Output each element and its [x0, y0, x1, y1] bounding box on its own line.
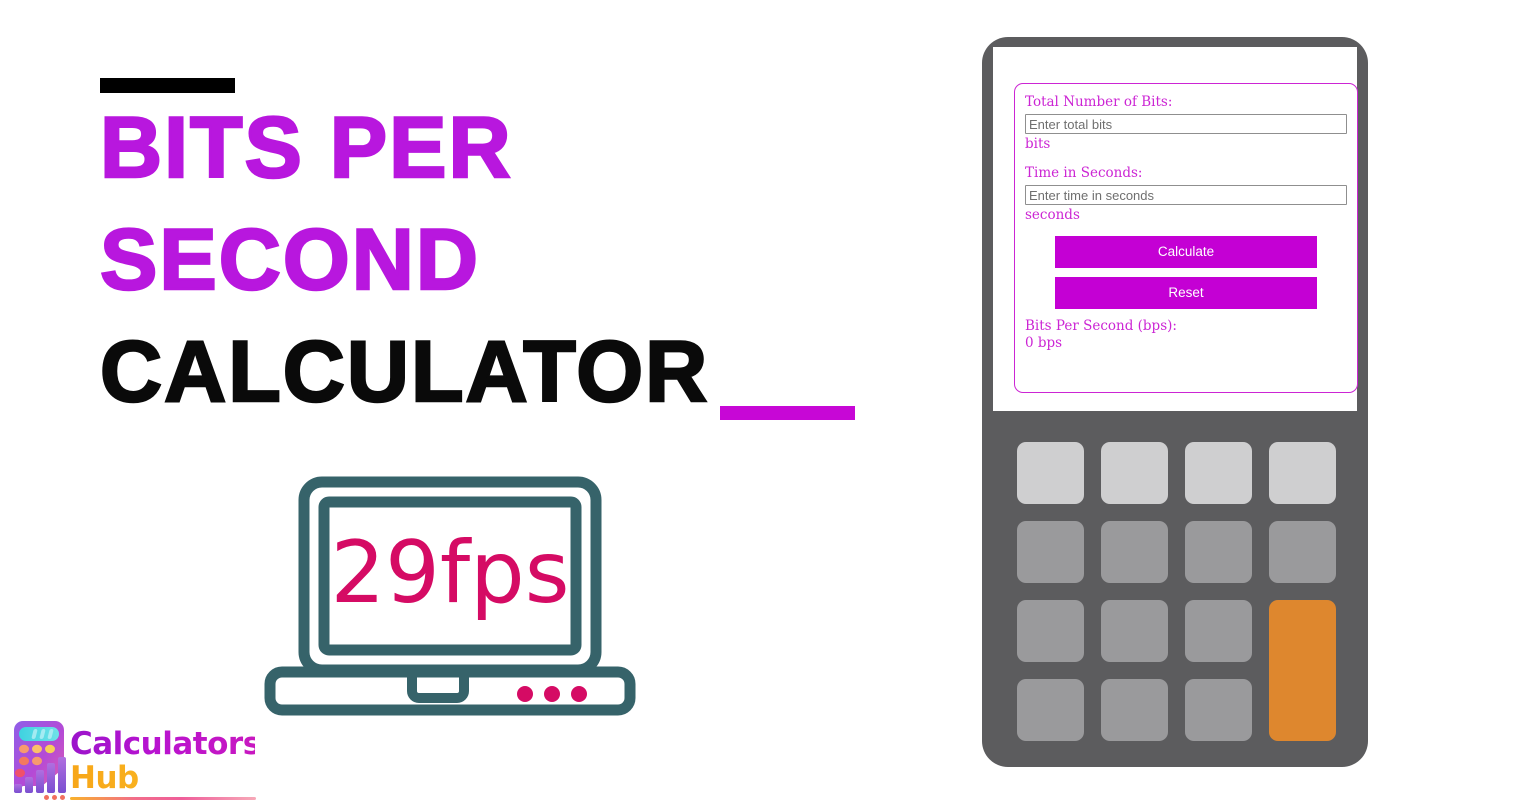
keypad-key[interactable] [1101, 679, 1168, 741]
logo-line-hub: Hub [70, 760, 255, 794]
keypad-key[interactable] [1101, 442, 1168, 504]
logo-wordmark: Calculators Hub [70, 718, 261, 794]
hero-panel: Bits Per Second Calculator 29fps [0, 0, 960, 800]
calculator-screen: Total Number of Bits: bits Time in Secon… [993, 47, 1358, 411]
keypad-key[interactable] [1269, 521, 1336, 583]
keypad-key[interactable] [1017, 442, 1084, 504]
logo-line-calculators: Calculators [70, 718, 261, 760]
keypad-key[interactable] [1017, 679, 1084, 741]
title-accent-bar-bottom [720, 406, 855, 420]
laptop-fps-illustration: 29fps [262, 470, 638, 725]
page-title: Bits Per Second Calculator [99, 92, 930, 428]
keypad-key[interactable] [1017, 600, 1084, 662]
label-total-bits: Total Number of Bits: [1025, 94, 1173, 110]
page-title-line-2: Second [99, 211, 480, 310]
form-actions: Calculate Reset [1025, 236, 1347, 309]
calculator-device: Total Number of Bits: bits Time in Secon… [982, 37, 1368, 767]
calculator-chart-icon [8, 720, 70, 794]
page-title-line-1: Bits Per [99, 99, 513, 198]
keypad-key[interactable] [1017, 521, 1084, 583]
keypad-key[interactable] [1101, 600, 1168, 662]
laptop-screen-text: 29fps [330, 523, 569, 623]
calculate-button[interactable]: Calculate [1055, 236, 1317, 268]
keypad-key[interactable] [1185, 521, 1252, 583]
keypad-key[interactable] [1269, 442, 1336, 504]
unit-time-seconds: seconds [1025, 207, 1080, 223]
reset-button[interactable]: Reset [1055, 277, 1317, 309]
logo-dots-icon [44, 795, 65, 800]
calculatorshub-logo[interactable]: Calculators Hub [8, 718, 261, 800]
keypad-enter-key[interactable] [1269, 600, 1336, 741]
result-label: Bits Per Second (bps): [1025, 318, 1177, 334]
calculator-keypad [1017, 442, 1336, 741]
keypad-key[interactable] [1101, 521, 1168, 583]
field-group-time-seconds: Time in Seconds: seconds [1025, 165, 1347, 224]
bits-per-second-form: Total Number of Bits: bits Time in Secon… [1014, 83, 1358, 393]
total-bits-input[interactable] [1025, 114, 1347, 134]
title-accent-bar-top [100, 78, 235, 93]
keypad-key[interactable] [1185, 442, 1252, 504]
keypad-key[interactable] [1185, 679, 1252, 741]
result-value: 0 bps [1025, 335, 1063, 351]
label-time-seconds: Time in Seconds: [1025, 165, 1143, 181]
keypad-key[interactable] [1185, 600, 1252, 662]
unit-total-bits: bits [1025, 136, 1051, 152]
field-group-total-bits: Total Number of Bits: bits [1025, 94, 1347, 153]
time-seconds-input[interactable] [1025, 185, 1347, 205]
